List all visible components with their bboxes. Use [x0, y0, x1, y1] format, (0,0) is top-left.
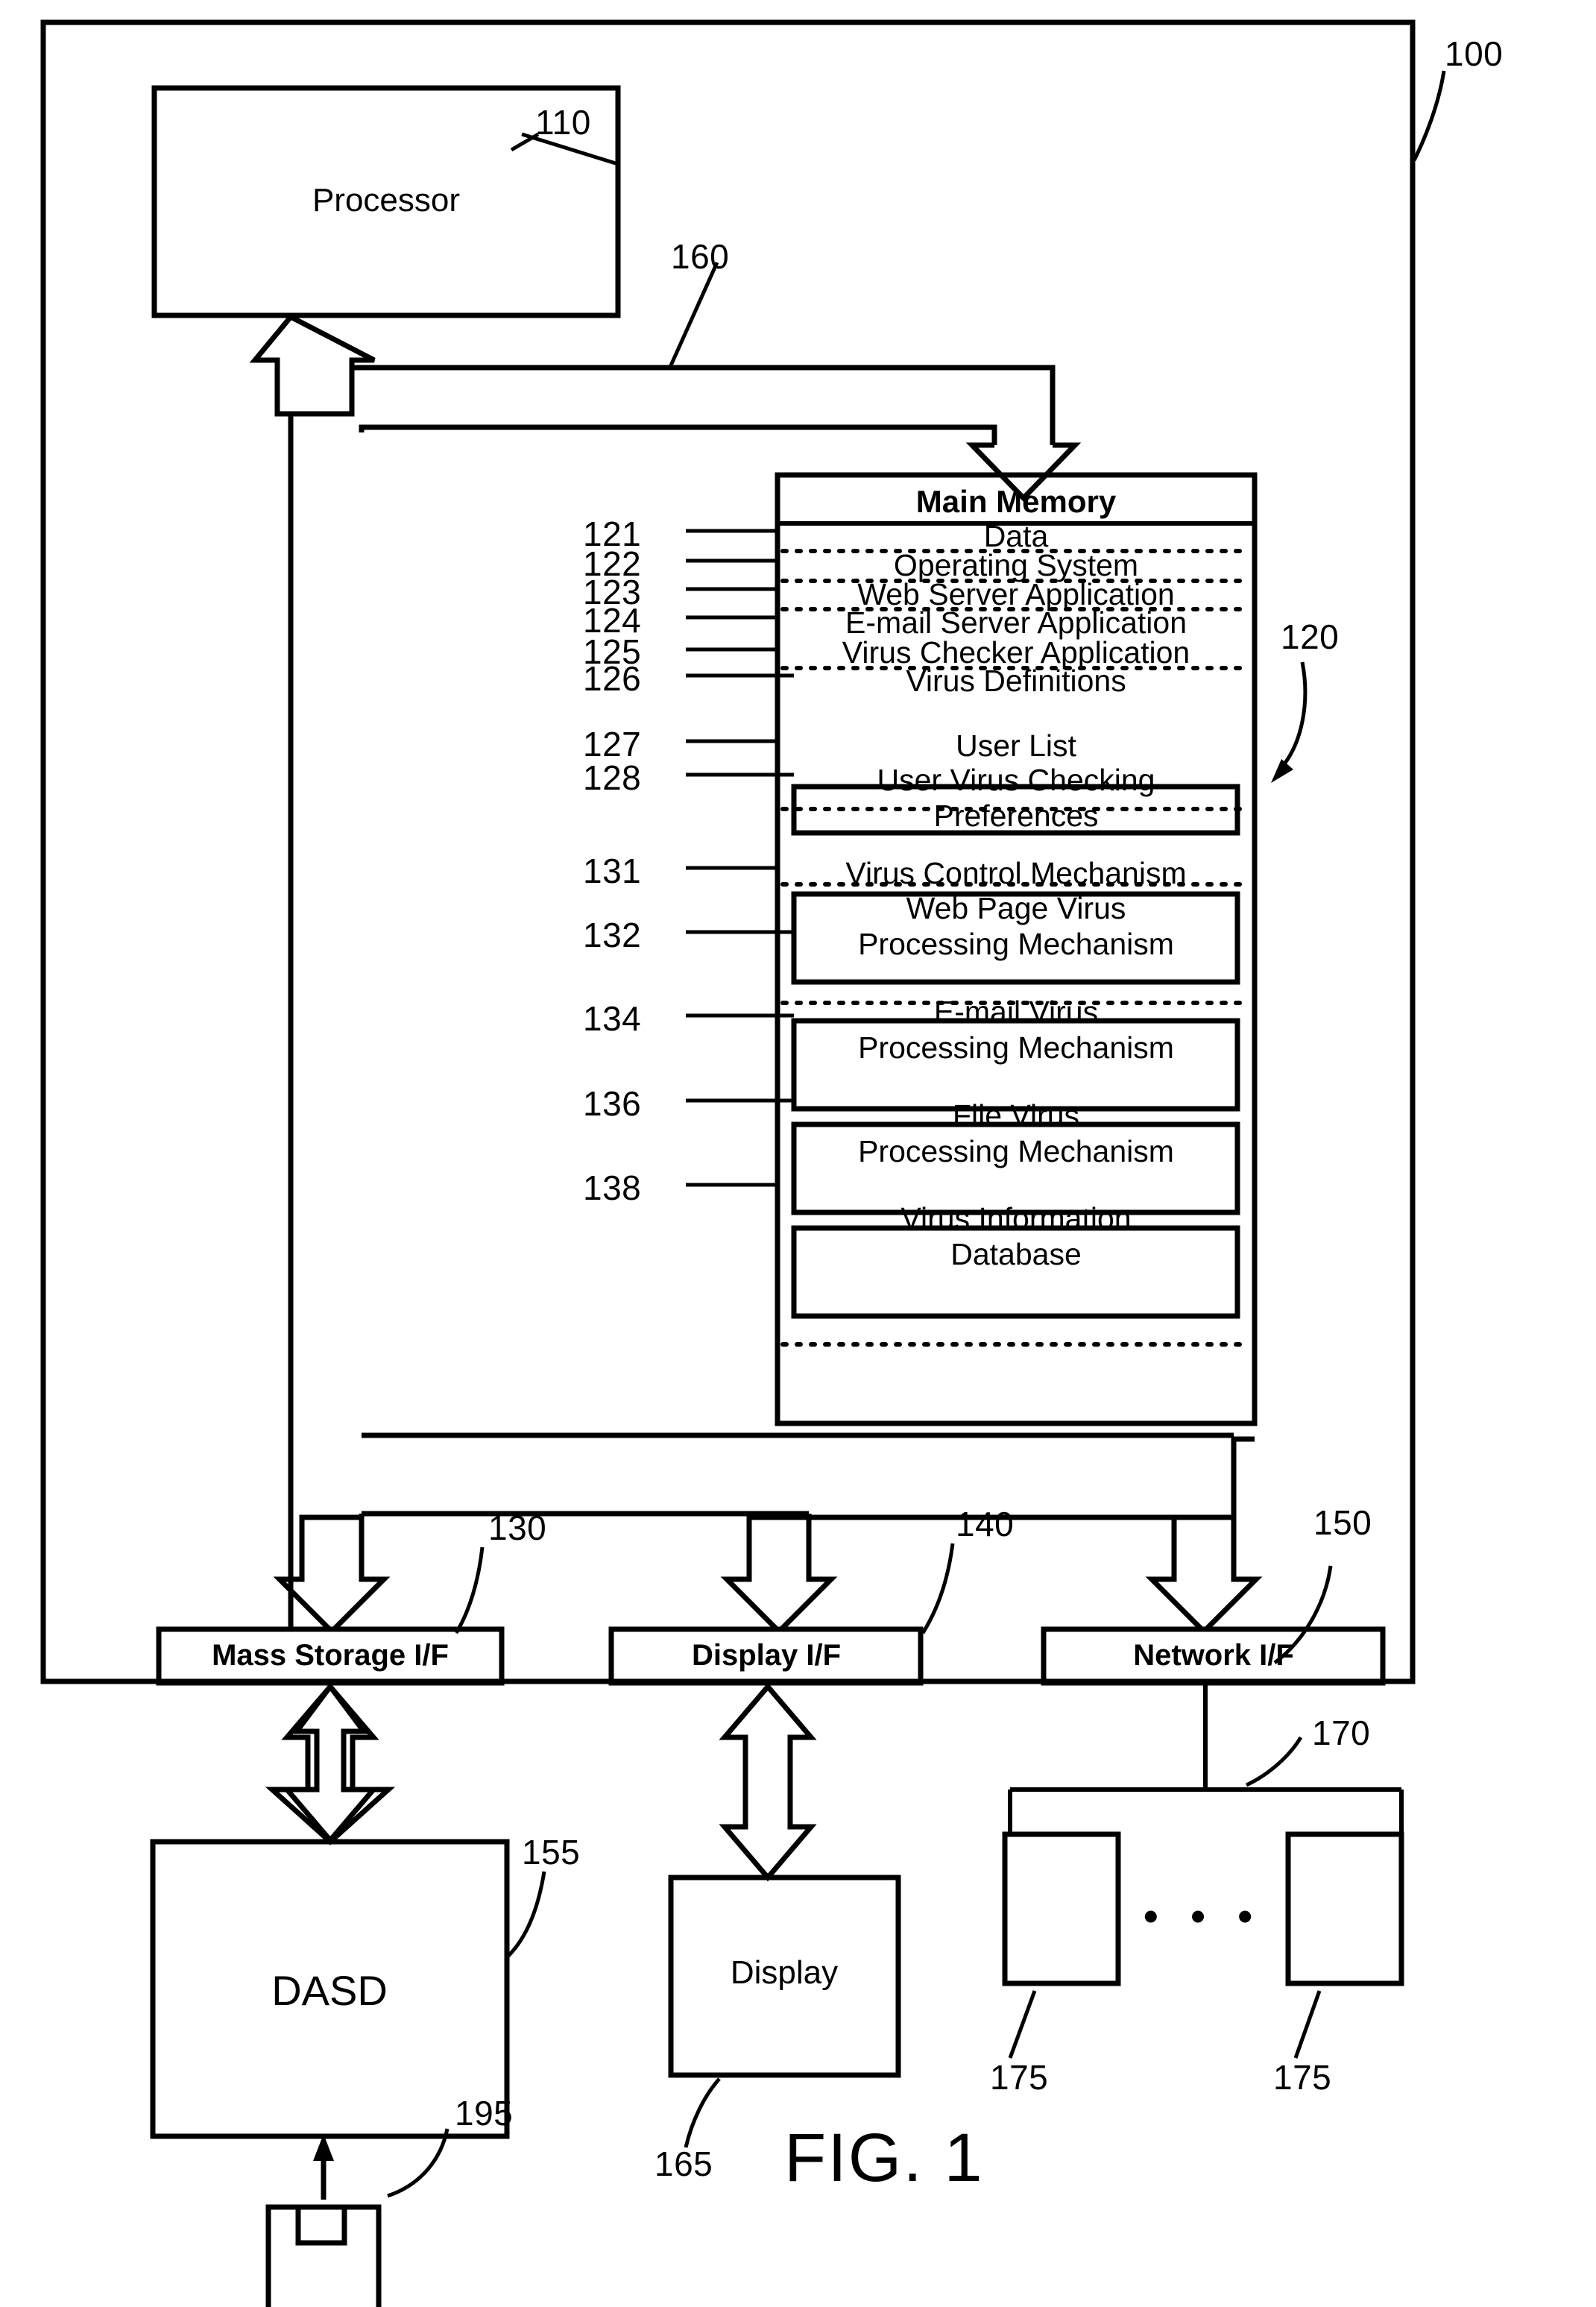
- ref-140: 140: [956, 1505, 1015, 1543]
- dasd-label: DASD: [271, 1967, 388, 2014]
- bus-line-upper: [349, 365, 1056, 445]
- ref-136: 136: [583, 1084, 642, 1123]
- memory-row-virus-definitions: Virus Definitions: [906, 664, 1126, 698]
- memory-row-email-server-application: E-mail Server Application: [845, 605, 1187, 640]
- arrow-into-mass-storage-if: [273, 1514, 391, 1635]
- arrow-display-if-display-up: [719, 1682, 817, 1827]
- leader-160: [669, 261, 719, 367]
- ref-110: 110: [535, 103, 591, 142]
- memory-row-user-list: User List: [956, 728, 1076, 763]
- bus-line-mem-left: [359, 424, 997, 445]
- network-if-label: Network I/F: [1133, 1639, 1294, 1672]
- leader-175-left: [1008, 1990, 1037, 2059]
- memory-row-web-page-virus-line2: Processing Mechanism: [858, 927, 1174, 961]
- mass-storage-if-label: Mass Storage I/F: [212, 1639, 449, 1672]
- memory-row-email-virus-line2: Processing Mechanism: [858, 1030, 1174, 1065]
- ref-128: 128: [583, 758, 642, 797]
- ref-130: 130: [488, 1508, 547, 1547]
- ref-134: 134: [583, 999, 642, 1038]
- ref-120: 120: [1281, 617, 1340, 656]
- ref-138: 138: [583, 1168, 642, 1207]
- display-if-label: Display I/F: [691, 1639, 842, 1672]
- ref-175-right: 175: [1273, 2058, 1332, 2097]
- arrow-mass-storage-dasd-up: [281, 1682, 379, 1790]
- arrow-display-if-display-down: [719, 1737, 817, 1882]
- network-nodes-ellipsis: • • •: [1144, 1892, 1263, 1939]
- memory-row-email-virus-line1: E-mail Virus: [933, 995, 1099, 1029]
- memory-row-user-virus-checking-line1: User Virus Checking: [877, 763, 1155, 797]
- leader-120-arrowhead: [1271, 759, 1293, 783]
- ref-100: 100: [1445, 34, 1504, 73]
- figure-caption: FIG. 1: [784, 2120, 984, 2196]
- memory-row-file-virus-line2: Processing Mechanism: [858, 1134, 1174, 1168]
- leader-130: [454, 1546, 485, 1634]
- leader-170: [1245, 1736, 1303, 1787]
- arrow-mass-storage-dasd-down: [281, 1737, 379, 1845]
- arrow-into-display-if: [720, 1514, 838, 1635]
- bus-to-network-if: [1231, 1436, 1255, 1517]
- leader-175-right: [1293, 1990, 1322, 2059]
- network-node-right: [1285, 1831, 1404, 1986]
- leader-155: [505, 1871, 546, 1959]
- leader-120: [1276, 661, 1308, 773]
- floppy-shutter: [295, 2204, 347, 2246]
- arrow-mass-storage-to-dasd: [265, 1682, 396, 1845]
- ref-132: 132: [583, 916, 642, 954]
- network-node-left: [1002, 1831, 1121, 1986]
- leader-100: [1412, 70, 1446, 162]
- ref-175-left: 175: [990, 2058, 1049, 2097]
- processor-label: Processor: [312, 182, 461, 218]
- memory-row-virus-information-line2: Database: [950, 1237, 1082, 1271]
- ref-150: 150: [1313, 1503, 1372, 1542]
- ref-126: 126: [583, 659, 642, 698]
- ref-131: 131: [583, 852, 642, 890]
- ref-165: 165: [655, 2144, 713, 2183]
- display-label: Display: [730, 1954, 839, 1991]
- memory-row-file-virus-line1: File Virus: [952, 1098, 1080, 1133]
- leader-165: [684, 2077, 721, 2148]
- memory-row-virus-control-mechanism: Virus Control Mechanism: [845, 856, 1187, 890]
- leader-140: [921, 1543, 955, 1634]
- ref-155: 155: [522, 1833, 581, 1872]
- ref-160: 160: [671, 237, 730, 276]
- arrow-into-network-if: [1145, 1514, 1263, 1635]
- floppy-body: [265, 2204, 382, 2307]
- figure-page: Processor 110 100 160 120 Main Memory Da…: [0, 0, 1596, 2307]
- memory-row-user-virus-checking-line2: Preferences: [933, 799, 1099, 833]
- ref-170: 170: [1312, 1713, 1371, 1752]
- ref-195: 195: [455, 2094, 514, 2133]
- main-memory-title: Main Memory: [915, 484, 1117, 519]
- memory-row-virus-information-line1: Virus Information: [900, 1201, 1132, 1236]
- memory-row-web-page-virus-line1: Web Page Virus: [906, 891, 1126, 925]
